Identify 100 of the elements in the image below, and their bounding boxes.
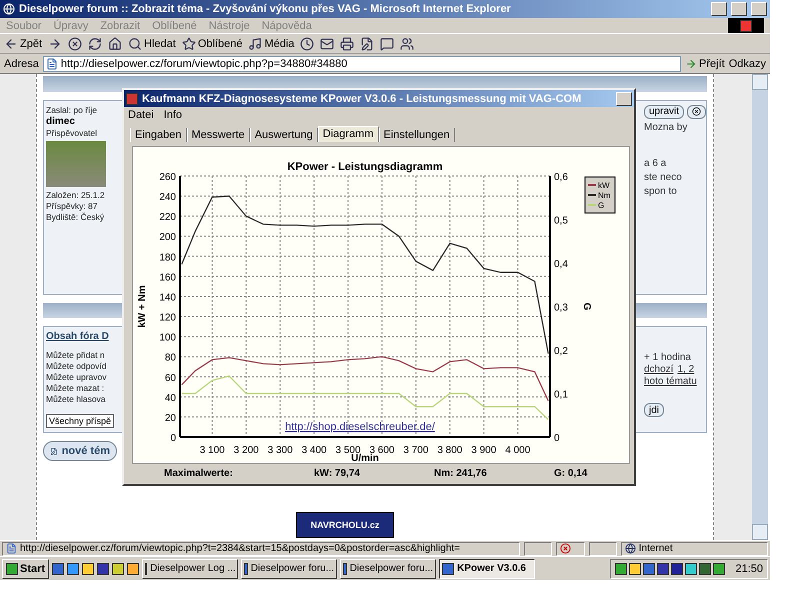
quick-launch-icon[interactable]	[127, 562, 140, 574]
axis-tick-label: 4 000	[505, 445, 530, 456]
tray-icon[interactable]	[685, 562, 698, 574]
toolbar-button[interactable]: Média	[248, 36, 294, 50]
axis-tick-label: 160	[159, 272, 176, 284]
author-detail: Založen: 25.1.2	[46, 190, 105, 200]
edit-button[interactable]: upravit	[644, 104, 684, 119]
maximum-value: kW: 79,74	[314, 468, 361, 479]
axis-tick-label: 0,5	[554, 216, 568, 226]
previous-link[interactable]: dchozí	[644, 364, 674, 376]
tab[interactable]: Diagramm	[318, 126, 379, 142]
forum-title-link[interactable]: Obsah fóra D	[46, 331, 109, 342]
photo-placeholder	[46, 140, 106, 187]
start-button[interactable]: Start	[2, 558, 50, 578]
quick-launch-icon[interactable]	[82, 562, 94, 574]
quick-launch-icon[interactable]	[67, 562, 80, 574]
quick-launch-icon[interactable]	[97, 562, 110, 574]
tab[interactable]: Messwerte	[186, 128, 250, 142]
author-rank: Přispěvovatel	[46, 128, 98, 138]
page-icon	[46, 58, 58, 70]
mail-icon[interactable]	[320, 36, 334, 50]
maximum-value: Nm: 241,76	[434, 468, 488, 479]
links-label[interactable]: Odkazy	[728, 58, 766, 70]
axis-tick-label: 0,4	[554, 259, 568, 270]
author-detail: Příspěvky: 87	[46, 200, 98, 211]
edit-icon[interactable]	[360, 36, 374, 50]
toolbar-button[interactable]: Oblíbené	[182, 36, 242, 50]
blocked-icon	[560, 543, 571, 554]
axis-tick-label: 140	[159, 292, 176, 304]
printer-icon[interactable]	[340, 36, 354, 50]
toolbar-button[interactable]: Hledat	[128, 36, 176, 50]
tray-icon[interactable]	[699, 562, 712, 574]
axis-tick-label: 3 800	[437, 445, 462, 456]
tray-icon[interactable]	[643, 562, 656, 574]
taskbar-button[interactable]: Dieselpower Log ...	[142, 558, 238, 578]
tray-icon[interactable]	[671, 562, 684, 574]
quick-launch-icon[interactable]	[52, 562, 64, 574]
globe-icon	[624, 543, 636, 554]
menu-item[interactable]: Datei	[128, 108, 154, 120]
axis-title: U/min	[351, 453, 379, 464]
status-pane	[524, 542, 552, 556]
address-field[interactable]: http://dieselpower.cz/forum/viewtopic.php?p=34880#34880	[42, 56, 682, 72]
tray-icon[interactable]	[615, 562, 628, 574]
star-icon	[182, 36, 196, 50]
stop-icon[interactable]	[68, 36, 82, 50]
edit-icon	[50, 446, 58, 457]
tray-icon[interactable]	[713, 562, 726, 574]
close-button[interactable]	[616, 92, 632, 106]
clock-icon[interactable]	[300, 36, 314, 50]
search-icon	[128, 36, 142, 50]
banner[interactable]: NAVRCHOLU.cz	[296, 512, 394, 538]
tab[interactable]: Einstellungen	[378, 128, 455, 142]
axis-tick-label: 3 200	[234, 445, 259, 456]
menu-item[interactable]: Info	[164, 108, 182, 120]
maximum-value: G: 0,14	[554, 468, 588, 479]
permission-text: Můžete odpovíd	[46, 361, 106, 372]
scrollbar[interactable]	[752, 74, 768, 540]
axis-tick-label: 0,2	[554, 346, 568, 357]
window-title: Dieselpower forum :: Zobrazit téma - Zvyšování výkonu přes VAG - Microsoft Internet Explorer	[19, 3, 512, 15]
home-icon[interactable]	[108, 36, 122, 50]
maximize-button[interactable]	[731, 2, 747, 16]
axis-tick-label: 40	[164, 392, 176, 404]
tray-icon[interactable]	[657, 562, 670, 574]
tab[interactable]: Eingaben	[130, 128, 186, 142]
toolbar-button[interactable]: Zpět	[4, 36, 42, 50]
close-button[interactable]	[751, 2, 767, 16]
go-button[interactable]: Přejít	[685, 58, 725, 70]
post-header: Zaslal: po říje	[46, 104, 98, 115]
axis-tick-label: 100	[159, 332, 176, 344]
browser-icon	[3, 3, 15, 15]
new-topic-button[interactable]: nové tém	[43, 441, 117, 461]
go-button[interactable]: jdi	[644, 403, 664, 418]
author-detail: Bydliště: Český	[46, 212, 104, 222]
speech-bubble-icon[interactable]	[380, 36, 394, 50]
page-links[interactable]: 1, 2	[677, 364, 694, 376]
delete-button[interactable]	[687, 104, 706, 119]
forward-arrow-icon[interactable]	[48, 36, 62, 50]
status-pane	[589, 542, 617, 556]
axis-tick-label: 260	[159, 172, 176, 183]
legend-label: G	[598, 201, 604, 210]
taskbar-button[interactable]: Dieselpower foru...	[241, 558, 338, 578]
axis-tick-label: 3 400	[302, 445, 327, 456]
music-note-icon	[248, 36, 262, 50]
url-link[interactable]: http://shop.dieselschreuber.de/	[285, 421, 435, 433]
sort-select[interactable]: Všechny příspě	[46, 414, 114, 428]
taskbar-button[interactable]: Dieselpower foru...	[340, 558, 436, 578]
author-name: dimec	[46, 116, 75, 127]
axis-title: kW + Nm	[137, 285, 148, 328]
axis-tick-label: 3 900	[471, 445, 496, 456]
axis-tick-label: 240	[159, 192, 176, 204]
minimize-button[interactable]	[711, 2, 727, 16]
post-text: a 6 a	[644, 158, 666, 169]
people-icon[interactable]	[400, 36, 414, 50]
refresh-icon[interactable]	[88, 36, 102, 50]
tray-icon[interactable]	[629, 562, 642, 574]
quick-launch-icon[interactable]	[112, 562, 124, 574]
chart-title: KPower - Leistungsdiagramm	[287, 161, 443, 173]
taskbar-button[interactable]: KPower V3.0.6	[439, 558, 536, 578]
watch-topic-link[interactable]: hoto tématu	[644, 376, 697, 388]
permission-text: Můžete přidat n	[46, 350, 105, 360]
